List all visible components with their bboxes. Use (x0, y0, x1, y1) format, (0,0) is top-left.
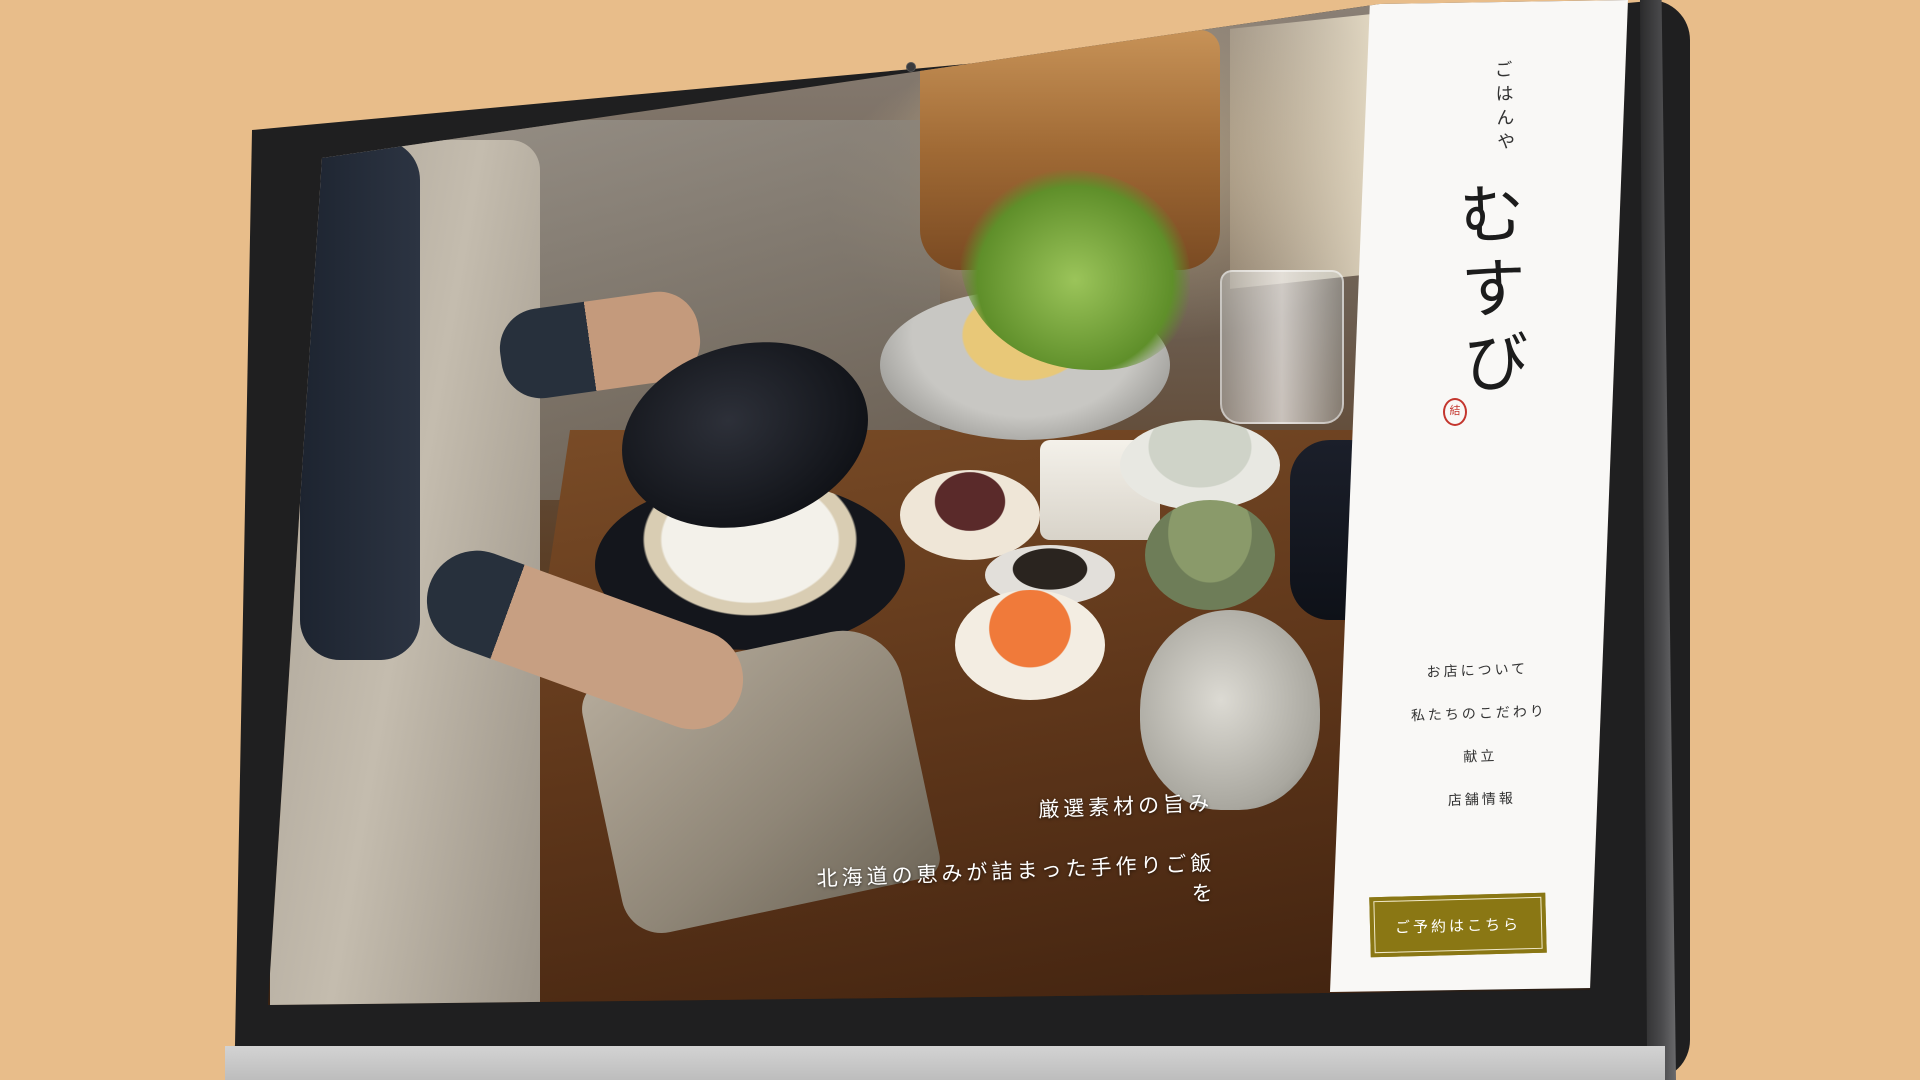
seal-icon: 結 (1443, 398, 1467, 426)
brand-logo[interactable]: むすび (1446, 179, 1531, 404)
sidebar (1330, 0, 1628, 992)
main-nav: お店について 私たちのこだわり 献立 店舗情報 (1392, 657, 1568, 835)
hero-bowl (1120, 420, 1280, 510)
brand-tagline: ごはんや (1491, 59, 1516, 157)
hero-bowl (955, 590, 1105, 700)
nav-item-menu[interactable]: 献立 (1395, 743, 1566, 769)
nav-item-commitment[interactable]: 私たちのこだわり (1394, 700, 1565, 726)
hero-copy: 厳選素材の旨み 北海道の恵みが詰まった手作りご飯を (813, 787, 1217, 923)
nav-item-store-info[interactable]: 店舗情報 (1397, 786, 1568, 812)
reservation-button[interactable]: ご予約はこちら (1369, 892, 1547, 958)
hero-glass-pitcher (1220, 270, 1344, 424)
hero-bowl (1145, 500, 1275, 610)
hero-bowl (900, 470, 1040, 560)
stage: 厳選素材の旨み 北海道の恵みが詰まった手作りご飯を ごはんや むすび 結 お店に… (0, 0, 1920, 1080)
camera-icon (906, 62, 916, 72)
hero-teapot (1140, 610, 1320, 810)
monitor: 厳選素材の旨み 北海道の恵みが詰まった手作りご飯を ごはんや むすび 結 お店に… (0, 0, 1920, 1080)
monitor-chin (225, 1046, 1665, 1080)
